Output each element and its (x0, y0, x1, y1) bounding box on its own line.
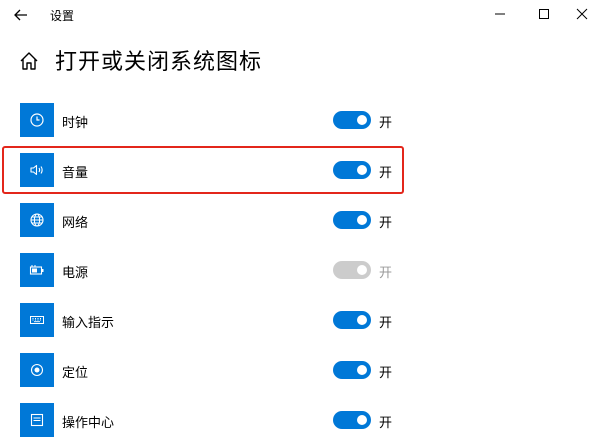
setting-row-power: 电源 开 (20, 253, 420, 287)
toggle-knob (357, 215, 367, 225)
toggle-knob (357, 265, 367, 275)
network-toggle[interactable] (333, 211, 371, 229)
input-indicator-tile (20, 303, 54, 337)
toggle-state-text: 开 (379, 116, 393, 131)
back-arrow-icon (14, 9, 27, 21)
setting-row-location: 定位 开 (20, 353, 420, 387)
home-icon[interactable] (18, 50, 40, 72)
close-icon (576, 8, 588, 20)
setting-row-action-center: 操作中心 开 (20, 403, 420, 437)
toggle-knob (357, 115, 367, 125)
action-center-tile (20, 403, 54, 437)
keyboard-icon (30, 316, 44, 324)
back-button[interactable] (10, 5, 32, 25)
network-globe-icon (30, 213, 44, 227)
toggle-knob (357, 315, 367, 325)
toggle-state-text: 开 (379, 216, 393, 231)
title-bar: 设置 (0, 0, 600, 30)
location-icon (30, 363, 44, 377)
maximize-button[interactable] (530, 4, 558, 24)
clock-tile (20, 103, 54, 137)
setting-row-input-indicator: 输入指示 开 (20, 303, 420, 337)
clock-icon (30, 113, 44, 127)
setting-row-clock: 时钟 开 (20, 103, 420, 137)
close-button[interactable] (568, 4, 596, 24)
location-tile (20, 353, 54, 387)
setting-row-network: 网络 开 (20, 203, 420, 237)
action-center-icon (30, 413, 44, 427)
minimize-icon (495, 13, 505, 15)
clock-toggle[interactable] (333, 111, 371, 129)
battery-power-icon (29, 265, 44, 275)
power-toggle (333, 261, 371, 279)
setting-label: 定位 (62, 366, 89, 381)
toggle-state-text: 开 (379, 316, 393, 331)
location-toggle[interactable] (333, 361, 371, 379)
toggle-state-text: 开 (379, 266, 393, 281)
toggle-knob (357, 415, 367, 425)
minimize-button[interactable] (486, 4, 514, 24)
page-title: 打开或关闭系统图标 (55, 50, 263, 75)
maximize-icon (539, 9, 549, 19)
setting-label: 时钟 (62, 116, 89, 131)
highlight-box (2, 146, 404, 194)
app-title: 设置 (50, 9, 75, 23)
power-tile (20, 253, 54, 287)
setting-label: 网络 (62, 216, 89, 231)
setting-label: 输入指示 (62, 316, 115, 331)
input-indicator-toggle[interactable] (333, 311, 371, 329)
setting-label: 操作中心 (62, 416, 115, 431)
network-tile (20, 203, 54, 237)
toggle-knob (357, 365, 367, 375)
action-center-toggle[interactable] (333, 411, 371, 429)
toggle-state-text: 开 (379, 366, 393, 381)
setting-label: 电源 (62, 266, 89, 281)
toggle-state-text: 开 (379, 416, 393, 431)
